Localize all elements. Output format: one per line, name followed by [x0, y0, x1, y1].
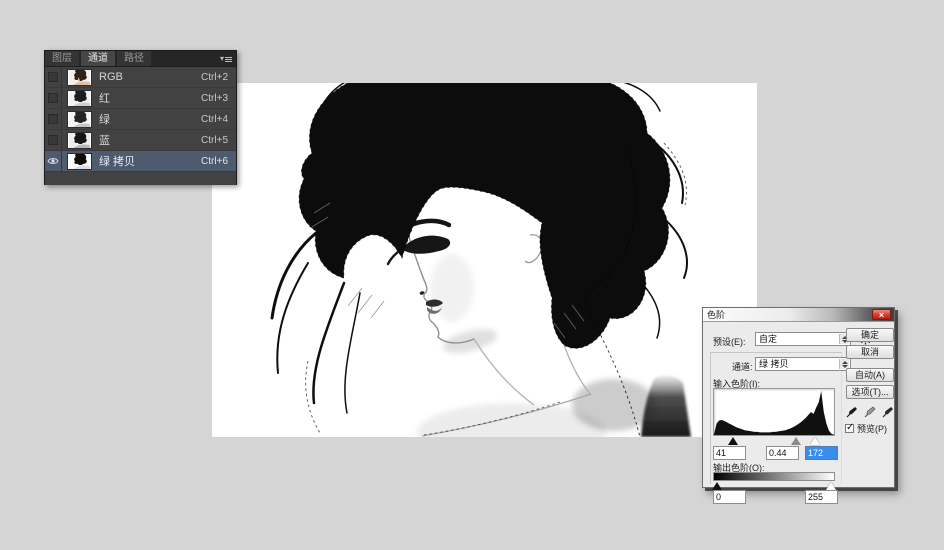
channel-row-red[interactable]: 红 Ctrl+3 — [45, 88, 236, 109]
preview-toggle[interactable]: 预览(P) — [845, 422, 887, 435]
preview-checkbox[interactable] — [845, 424, 854, 433]
input-black-field[interactable] — [713, 446, 746, 460]
channel-thumbnail — [67, 111, 92, 128]
panel-menu-icon[interactable]: ▾ — [219, 54, 233, 64]
channel-dropdown[interactable]: 绿 拷贝 — [755, 357, 851, 371]
preset-value: 自定 — [759, 334, 777, 344]
channel-name: 蓝 — [99, 132, 201, 148]
output-slider-white[interactable] — [826, 482, 836, 490]
visibility-toggle[interactable] — [45, 109, 62, 129]
output-slider-black[interactable] — [712, 482, 722, 490]
channel-shortcut: Ctrl+4 — [201, 114, 228, 125]
visibility-toggle[interactable] — [45, 67, 62, 87]
channel-shortcut: Ctrl+2 — [201, 72, 228, 83]
panel-tab-bar: 图层 通道 路径 ▾ — [45, 51, 236, 67]
channel-shortcut: Ctrl+6 — [201, 156, 228, 167]
dialog-titlebar[interactable]: 色阶 × — [703, 308, 894, 322]
input-slider-gray[interactable] — [791, 437, 801, 445]
channels-panel: 图层 通道 路径 ▾ RGB Ctrl+2 红 Ctrl+3 — [44, 50, 237, 185]
channel-row-blue[interactable]: 蓝 Ctrl+5 — [45, 130, 236, 151]
document-canvas[interactable] — [212, 83, 757, 437]
input-slider-black[interactable] — [728, 437, 738, 445]
output-slider-track — [713, 482, 835, 490]
histogram-svg — [714, 389, 834, 435]
input-slider-white[interactable] — [810, 437, 820, 445]
channel-thumbnail — [67, 90, 92, 107]
dialog-title: 色阶 — [707, 310, 725, 320]
levels-dialog: 色阶 × 预设(E): 自定 通道: 绿 拷贝 输入色阶(I): — [702, 307, 895, 488]
channel-row-green-copy[interactable]: 绿 拷贝 Ctrl+6 — [45, 151, 236, 172]
close-icon[interactable]: × — [872, 309, 891, 320]
channel-name: 绿 — [99, 111, 201, 127]
tab-channels[interactable]: 通道 — [81, 51, 115, 66]
channel-thumbnail — [67, 69, 92, 86]
black-eyedropper-icon[interactable] — [846, 406, 858, 418]
channel-thumbnail — [67, 132, 92, 149]
visibility-toggle[interactable] — [45, 151, 62, 171]
auto-button[interactable]: 自动(A) — [846, 368, 894, 382]
tab-layers[interactable]: 图层 — [45, 51, 79, 66]
preview-label: 预览(P) — [857, 422, 887, 435]
eye-icon — [47, 157, 59, 165]
options-button[interactable]: 选项(T)... — [846, 385, 894, 399]
channel-row-green[interactable]: 绿 Ctrl+4 — [45, 109, 236, 130]
channel-shortcut: Ctrl+3 — [201, 93, 228, 104]
channel-name: RGB — [99, 71, 201, 83]
gray-eyedropper-icon[interactable] — [864, 406, 876, 418]
channel-name: 红 — [99, 90, 201, 106]
panel-footer — [45, 172, 236, 185]
channel-label: 通道: — [732, 360, 753, 373]
channel-row-rgb[interactable]: RGB Ctrl+2 — [45, 67, 236, 88]
canvas-image — [212, 83, 757, 437]
channel-name: 绿 拷贝 — [99, 153, 201, 169]
visibility-toggle[interactable] — [45, 130, 62, 150]
output-black-field[interactable] — [713, 490, 746, 504]
white-eyedropper-icon[interactable] — [882, 406, 894, 418]
input-white-field[interactable] — [805, 446, 838, 460]
hair-shape — [299, 83, 670, 348]
preset-dropdown[interactable]: 自定 — [755, 332, 851, 346]
visibility-toggle[interactable] — [45, 88, 62, 108]
ok-button[interactable]: 确定 — [846, 328, 894, 342]
cancel-button[interactable]: 取消 — [846, 345, 894, 359]
channel-shortcut: Ctrl+5 — [201, 135, 228, 146]
output-gradient — [713, 472, 835, 481]
input-gamma-field[interactable] — [766, 446, 799, 460]
input-slider-track — [713, 437, 835, 446]
output-white-field[interactable] — [805, 490, 838, 504]
preset-label: 预设(E): — [713, 335, 746, 348]
tab-paths[interactable]: 路径 — [117, 51, 151, 66]
histogram — [713, 388, 835, 436]
channel-value: 绿 拷贝 — [759, 359, 789, 369]
channel-thumbnail — [67, 153, 92, 170]
